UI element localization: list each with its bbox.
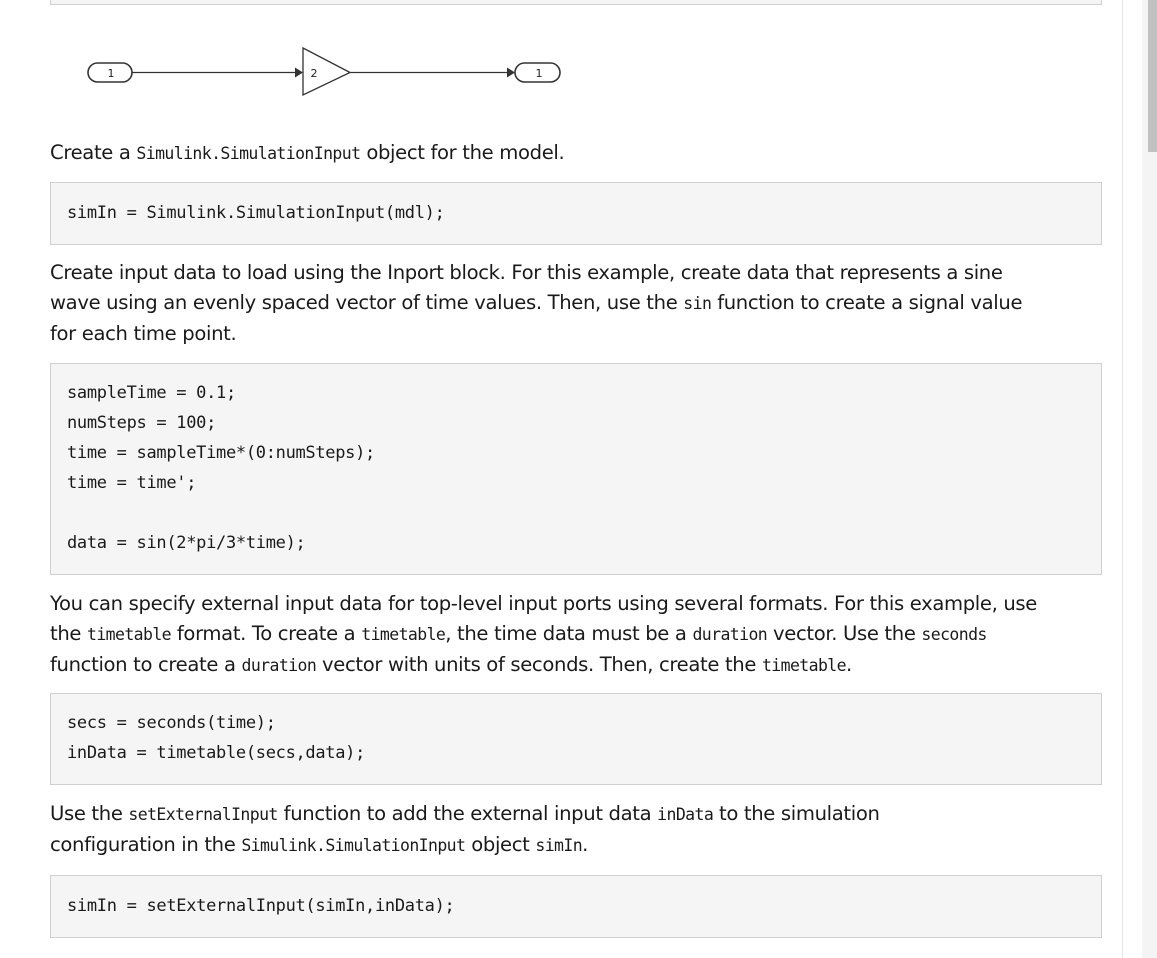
- paragraph-line: the timetable format. To create a timeta…: [50, 619, 1102, 650]
- code-line: simIn = setExternalInput(simIn,inData);: [67, 896, 455, 916]
- text: to the simulation: [713, 802, 880, 825]
- code-line: numSteps = 100;: [67, 413, 217, 433]
- code-block-set-external-input[interactable]: simIn = setExternalInput(simIn,inData);: [50, 875, 1102, 938]
- simulink-model-diagram: 1 2 1: [87, 46, 561, 97]
- paragraph-line: You can specify external input data for …: [50, 592, 1037, 615]
- text: object: [465, 833, 536, 856]
- arrow-head-outport-icon: [507, 67, 515, 78]
- code-block-timetable[interactable]: secs = seconds(time); inData = timetable…: [50, 693, 1102, 785]
- inline-code: Simulink.SimulationInput: [136, 144, 361, 163]
- paragraph-set-external-input: Use the setExternalInput function to add…: [50, 799, 1102, 861]
- inline-code: sin: [683, 294, 712, 313]
- inport-block-label: 1: [108, 67, 115, 80]
- code-line: sampleTime = 0.1;: [67, 383, 236, 403]
- text: function to create a signal value: [711, 291, 1023, 314]
- paragraph-line: configuration in the Simulink.Simulation…: [50, 830, 1102, 861]
- paragraph-line: wave using an evenly spaced vector of ti…: [50, 288, 1102, 319]
- paragraph-create-simulationinput: Create a Simulink.SimulationInput object…: [50, 138, 1102, 169]
- code-line: time = sampleTime*(0:numSteps);: [67, 443, 375, 463]
- code-line: inData = timetable(secs,data);: [67, 743, 366, 763]
- paragraph-line: Use the setExternalInput function to add…: [50, 799, 1102, 830]
- inline-code: inData: [657, 805, 714, 824]
- previous-code-block: [50, 0, 1102, 5]
- inline-code: timetable: [86, 625, 172, 644]
- text: configuration in the: [50, 833, 242, 856]
- code-block-sample-data[interactable]: sampleTime = 0.1; numSteps = 100; time =…: [50, 363, 1102, 575]
- text: , the time data must be a: [445, 622, 693, 645]
- content-right-border: [1122, 0, 1123, 958]
- text: function to add the external input data: [277, 802, 658, 825]
- text: wave using an evenly spaced vector of ti…: [50, 291, 684, 314]
- text: object for the model.: [360, 141, 565, 164]
- code-line: simIn = Simulink.SimulationInput(mdl);: [67, 203, 445, 223]
- text: function to create a: [50, 653, 242, 676]
- inline-code: timetable: [361, 625, 446, 644]
- document-content: 1 2 1 Create a Simulink.SimulationInput …: [50, 0, 1102, 958]
- scrollbar-thumb[interactable]: [1148, 0, 1157, 152]
- text: vector with units of seconds. Then, crea…: [316, 653, 762, 676]
- code-line: secs = seconds(time);: [67, 713, 276, 733]
- paragraph-create-input-data: Create input data to load using the Inpo…: [50, 258, 1102, 349]
- code-line: time = time';: [67, 473, 197, 493]
- outport-block-label: 1: [536, 67, 543, 80]
- code-line: data = sin(2*pi/3*time);: [67, 533, 306, 553]
- inline-code: Simulink.SimulationInput: [241, 836, 466, 855]
- paragraph-line: for each time point.: [50, 322, 237, 345]
- gain-block-label: 2: [311, 67, 318, 80]
- inline-code: timetable: [761, 656, 847, 675]
- text: .: [582, 833, 588, 856]
- paragraph-timetable-format: You can specify external input data for …: [50, 589, 1102, 681]
- paragraph-line: Create input data to load using the Inpo…: [50, 261, 1003, 284]
- inline-code: setExternalInput: [128, 805, 278, 824]
- inline-code: simIn: [535, 836, 583, 855]
- text: format. To create a: [171, 622, 362, 645]
- text: vector. Use the: [767, 622, 922, 645]
- inline-code: duration: [241, 656, 317, 675]
- inline-code: seconds: [921, 625, 987, 644]
- code-block-siminput[interactable]: simIn = Simulink.SimulationInput(mdl);: [50, 182, 1102, 245]
- arrow-head-gain-icon: [295, 67, 303, 78]
- text: the: [50, 622, 87, 645]
- paragraph-line: function to create a duration vector wit…: [50, 650, 1102, 681]
- text: Create a: [50, 141, 137, 164]
- text: Use the: [50, 802, 129, 825]
- inline-code: duration: [692, 625, 768, 644]
- text: .: [845, 653, 852, 676]
